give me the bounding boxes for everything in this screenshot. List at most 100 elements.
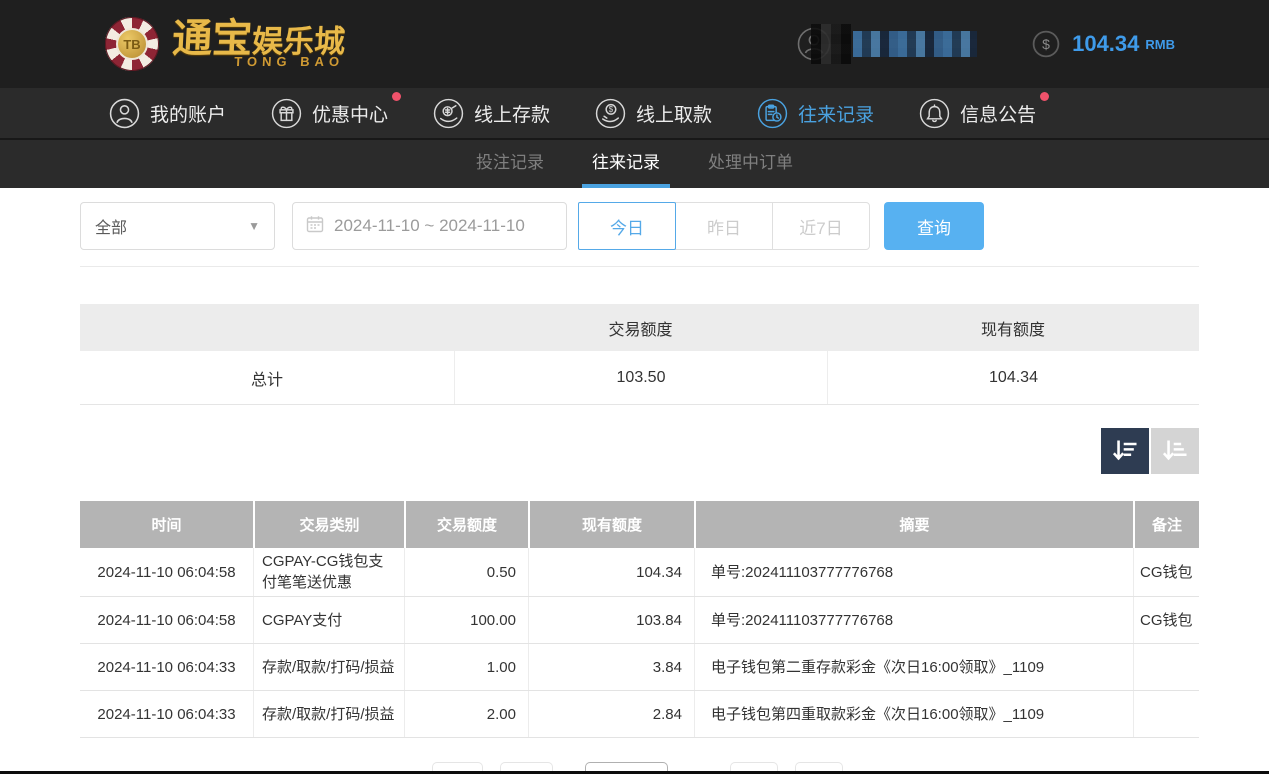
logo[interactable]: TB 通宝娱乐城 TONG BAO xyxy=(105,17,345,71)
cell-amount: 0.50 xyxy=(404,548,528,596)
pagination-button[interactable] xyxy=(795,762,843,771)
nav-label: 优惠中心 xyxy=(312,100,388,127)
summary-header-row: 交易额度 现有额度 xyxy=(80,304,1199,351)
table-body: 2024-11-10 06:04:58 CGPAY-CG钱包支付笔笔送优惠 0.… xyxy=(80,548,1199,738)
balance: $ 104.34 RMB xyxy=(1032,30,1175,58)
cell-summary: 电子钱包第四重取款彩金《次日16:00领取》_1109 xyxy=(694,691,1133,737)
table-row: 2024-11-10 06:04:58 CGPAY-CG钱包支付笔笔送优惠 0.… xyxy=(80,548,1199,597)
svg-text:$: $ xyxy=(1042,36,1050,52)
summary-header-current-amount: 现有额度 xyxy=(827,304,1199,351)
pagination-current-page[interactable] xyxy=(585,762,668,771)
type-select[interactable]: 全部 ▼ xyxy=(80,202,275,250)
sort-asc-icon xyxy=(1161,437,1189,465)
notification-dot xyxy=(392,92,401,101)
quick-yesterday-button[interactable]: 昨日 xyxy=(675,202,773,250)
balance-currency: RMB xyxy=(1145,37,1175,52)
cell-amount: 100.00 xyxy=(404,597,528,643)
cell-balance: 3.84 xyxy=(528,644,694,690)
svg-text:$: $ xyxy=(609,105,614,114)
sort-ascending-button[interactable] xyxy=(1151,428,1199,474)
cell-type: 存款/取款/打码/损益 xyxy=(253,691,404,737)
nav-label: 线上取款 xyxy=(636,100,712,127)
cell-amount: 1.00 xyxy=(404,644,528,690)
nav-item-announcements[interactable]: 信息公告 xyxy=(918,97,1036,130)
avatar-censor-mosaic xyxy=(811,24,851,64)
col-header-time: 时间 xyxy=(80,501,253,548)
date-range-input[interactable]: 2024-11-10 ~ 2024-11-10 xyxy=(292,202,567,250)
pagination-button[interactable] xyxy=(730,762,778,771)
date-range-value: 2024-11-10 ~ 2024-11-10 xyxy=(334,216,525,236)
summary-total-transaction-amount: 103.50 xyxy=(454,351,827,404)
main-nav: 我的账户 优惠中心 线上存款 xyxy=(0,88,1269,140)
summary-header-transaction-amount: 交易额度 xyxy=(454,304,827,351)
top-header: TB 通宝娱乐城 TONG BAO $ 104 xyxy=(0,0,1269,88)
cell-summary: 单号:202411103777776768 xyxy=(694,548,1133,596)
nav-label: 信息公告 xyxy=(960,100,1036,127)
cell-note xyxy=(1133,691,1199,737)
cell-type: 存款/取款/打码/损益 xyxy=(253,644,404,690)
withdraw-icon: $ xyxy=(594,97,627,130)
table-row: 2024-11-10 06:04:33 存款/取款/打码/损益 2.00 2.8… xyxy=(80,691,1199,738)
pagination-button[interactable] xyxy=(432,762,483,771)
nav-label: 往来记录 xyxy=(798,100,874,127)
calendar-icon xyxy=(306,215,324,238)
records-table: 时间 交易类别 交易额度 现有额度 摘要 备注 2024-11-10 06:04… xyxy=(80,501,1199,738)
cell-balance: 103.84 xyxy=(528,597,694,643)
type-select-value: 全部 xyxy=(95,214,127,238)
table-row: 2024-11-10 06:04:58 CGPAY支付 100.00 103.8… xyxy=(80,597,1199,644)
query-button[interactable]: 查询 xyxy=(884,202,984,250)
nav-item-promotions[interactable]: 优惠中心 xyxy=(270,97,388,130)
user-area: $ 104.34 RMB xyxy=(797,27,1175,61)
logo-subtitle: TONG BAO xyxy=(171,54,345,69)
nav-label: 我的账户 xyxy=(150,100,226,127)
col-header-summary: 摘要 xyxy=(694,501,1133,548)
gift-icon xyxy=(270,97,303,130)
col-header-note: 备注 xyxy=(1133,501,1199,548)
nav-item-my-account[interactable]: 我的账户 xyxy=(108,97,226,130)
cell-amount: 2.00 xyxy=(404,691,528,737)
nav-item-transaction-records[interactable]: 往来记录 xyxy=(756,97,874,130)
user-icon xyxy=(108,97,141,130)
cell-time: 2024-11-10 06:04:58 xyxy=(80,597,253,643)
summary-total-current-amount: 104.34 xyxy=(827,351,1199,404)
records-icon xyxy=(756,97,789,130)
chevron-down-icon: ▼ xyxy=(248,219,260,233)
subtab-betting-records[interactable]: 投注记录 xyxy=(460,140,560,188)
cell-time: 2024-11-10 06:04:33 xyxy=(80,691,253,737)
record-subtabs: 投注记录 往来记录 处理中订单 xyxy=(0,140,1269,188)
subtab-pending-orders[interactable]: 处理中订单 xyxy=(692,140,809,188)
balance-amount: 104.34 xyxy=(1072,31,1139,57)
coin-icon: $ xyxy=(1032,30,1060,58)
quick-last7days-button[interactable]: 近7日 xyxy=(772,202,870,250)
subtab-transaction-records[interactable]: 往来记录 xyxy=(576,140,676,188)
cell-note: CG钱包 xyxy=(1133,597,1199,643)
nav-item-online-withdrawal[interactable]: $ 线上取款 xyxy=(594,97,712,130)
table-row: 2024-11-10 06:04:33 存款/取款/打码/损益 1.00 3.8… xyxy=(80,644,1199,691)
cell-balance: 104.34 xyxy=(528,548,694,596)
table-header-row: 时间 交易类别 交易额度 现有额度 摘要 备注 xyxy=(80,501,1199,548)
col-header-type: 交易类别 xyxy=(253,501,404,548)
filter-bar: 全部 ▼ 2024-11-10 ~ 2024-11-10 今日 昨日 近7日 查… xyxy=(80,202,1199,250)
nav-item-online-deposit[interactable]: 线上存款 xyxy=(432,97,550,130)
avatar[interactable] xyxy=(797,27,831,61)
quick-range-group: 今日 昨日 近7日 xyxy=(578,202,870,250)
cell-type: CGPAY-CG钱包支付笔笔送优惠 xyxy=(253,548,404,596)
cell-time: 2024-11-10 06:04:33 xyxy=(80,644,253,690)
sort-desc-icon xyxy=(1111,437,1139,465)
username-redacted xyxy=(853,31,977,57)
nav-label: 线上存款 xyxy=(474,100,550,127)
cell-time: 2024-11-10 06:04:58 xyxy=(80,548,253,596)
summary-table: 交易额度 现有额度 总计 103.50 104.34 xyxy=(80,304,1199,405)
cell-note xyxy=(1133,644,1199,690)
cell-type: CGPAY支付 xyxy=(253,597,404,643)
cell-summary: 单号:202411103777776768 xyxy=(694,597,1133,643)
deposit-icon xyxy=(432,97,465,130)
notification-dot xyxy=(1040,92,1049,101)
bell-icon xyxy=(918,97,951,130)
col-header-amount: 交易额度 xyxy=(404,501,528,548)
summary-total-row: 总计 103.50 104.34 xyxy=(80,351,1199,405)
sort-descending-button[interactable] xyxy=(1101,428,1149,474)
chip-monogram: TB xyxy=(116,28,148,60)
pagination-button[interactable] xyxy=(500,762,553,771)
quick-today-button[interactable]: 今日 xyxy=(578,202,676,250)
